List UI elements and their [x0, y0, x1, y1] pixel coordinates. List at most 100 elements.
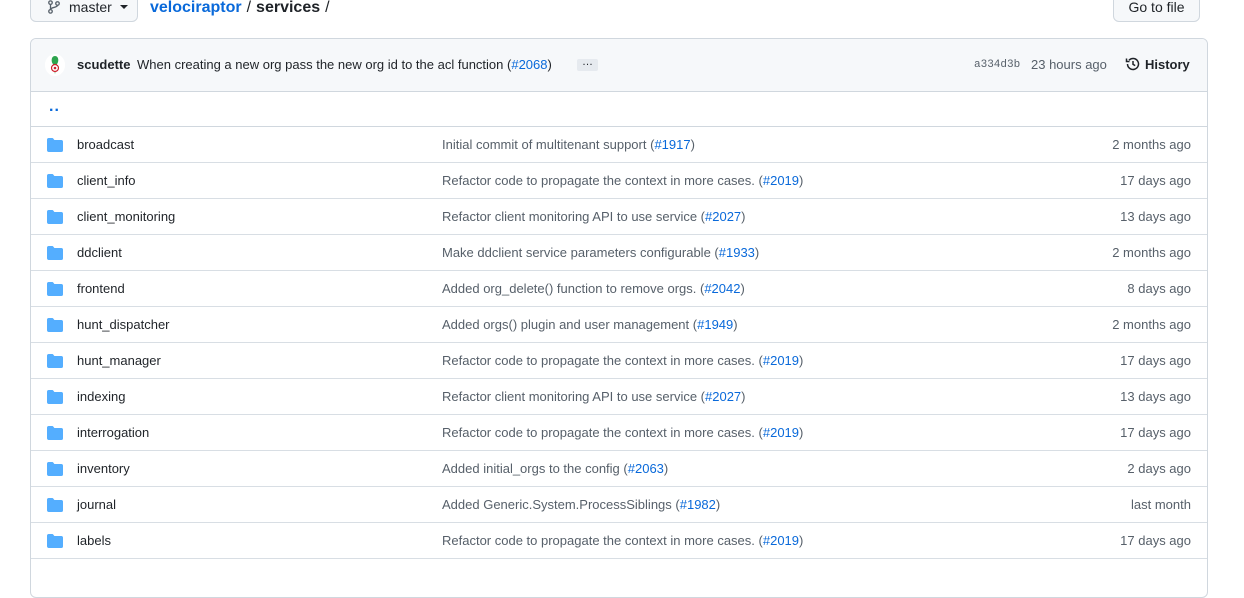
file-commit-message: Make ddclient service parameters configu… [442, 245, 760, 260]
commit-pr-link[interactable]: #2068 [511, 57, 547, 72]
file-name-link[interactable]: interrogation [77, 425, 149, 440]
table-row[interactable]: broadcast Initial commit of multitenant s… [31, 127, 1207, 163]
file-commit-age: 13 days ago [1120, 389, 1191, 404]
table-row[interactable]: indexing Refactor client monitoring API t… [31, 379, 1207, 415]
table-row[interactable]: hunt_dispatcher Added orgs() plugin and u… [31, 307, 1207, 343]
chevron-down-icon [119, 5, 128, 9]
breadcrumb-separator: / [246, 0, 252, 16]
file-name-link[interactable]: ddclient [77, 245, 122, 260]
file-commit-message-text[interactable]: Make ddclient service parameters configu… [442, 245, 711, 260]
file-commit-message: Refactor code to propagate the context i… [442, 533, 804, 548]
folder-icon [47, 317, 63, 333]
file-list: broadcast Initial commit of multitenant s… [31, 127, 1207, 559]
expand-commit-button[interactable]: … [577, 57, 598, 71]
file-commit-pr-link[interactable]: #1933 [719, 245, 755, 260]
file-commit-message-text[interactable]: Added orgs() plugin and user management [442, 317, 689, 332]
latest-commit-bar: scudette When creating a new org pass th… [31, 39, 1207, 92]
file-commit-message: Added orgs() plugin and user management … [442, 317, 738, 332]
folder-icon [47, 209, 63, 225]
file-commit-message-text[interactable]: Refactor client monitoring API to use se… [442, 209, 697, 224]
file-commit-pr-link[interactable]: #2027 [705, 209, 741, 224]
folder-icon [47, 137, 63, 153]
folder-icon [47, 389, 63, 405]
file-commit-pr-link[interactable]: #2063 [628, 461, 664, 476]
file-commit-message: Refactor code to propagate the context i… [442, 173, 804, 188]
breadcrumb-current-dir: services [256, 0, 321, 16]
folder-icon [47, 353, 63, 369]
folder-icon [47, 461, 63, 477]
file-name-link[interactable]: labels [77, 533, 111, 548]
table-row[interactable]: journal Added Generic.System.ProcessSibli… [31, 487, 1207, 523]
repo-topbar: master velociraptor / services / Go to f… [0, 0, 1244, 38]
file-commit-message-text[interactable]: Refactor code to propagate the context i… [442, 353, 755, 368]
file-name-link[interactable]: hunt_manager [77, 353, 161, 368]
file-commit-pr-link[interactable]: #2019 [763, 533, 799, 548]
file-commit-message-text[interactable]: Refactor code to propagate the context i… [442, 533, 755, 548]
folder-icon [47, 425, 63, 441]
table-row[interactable]: hunt_manager Refactor code to propagate t… [31, 343, 1207, 379]
file-name-link[interactable]: hunt_dispatcher [77, 317, 170, 332]
commit-message-text[interactable]: When creating a new org pass the new org… [137, 57, 503, 72]
file-commit-age: 2 months ago [1112, 245, 1191, 260]
file-commit-message: Added org_delete() function to remove or… [442, 281, 745, 296]
file-commit-pr-link[interactable]: #1949 [697, 317, 733, 332]
file-commit-message: Refactor client monitoring API to use se… [442, 389, 746, 404]
folder-icon [47, 245, 63, 261]
file-commit-message-text[interactable]: Initial commit of multitenant support [442, 137, 646, 152]
file-commit-message: Refactor client monitoring API to use se… [442, 209, 746, 224]
file-commit-message-text[interactable]: Added Generic.System.ProcessSiblings [442, 497, 672, 512]
commit-time: 23 hours ago [1031, 57, 1107, 72]
file-name-link[interactable]: broadcast [77, 137, 134, 152]
file-name-link[interactable]: client_monitoring [77, 209, 175, 224]
avatar[interactable] [45, 54, 65, 76]
breadcrumb-separator: / [325, 0, 330, 16]
file-name-link[interactable]: journal [77, 497, 116, 512]
table-row[interactable]: inventory Added initial_orgs to the confi… [31, 451, 1207, 487]
parent-directory-link[interactable]: .. [49, 98, 60, 116]
file-commit-message-text[interactable]: Added initial_orgs to the config [442, 461, 620, 476]
commit-sha-link[interactable]: a334d3b [974, 59, 1020, 71]
breadcrumb-repo-link[interactable]: velociraptor [150, 0, 242, 18]
table-row[interactable]: client_info Refactor code to propagate th… [31, 163, 1207, 199]
table-row[interactable]: ddclient Make ddclient service parameters… [31, 235, 1207, 271]
file-commit-pr-link[interactable]: #2019 [763, 425, 799, 440]
file-commit-age: 17 days ago [1120, 533, 1191, 548]
file-name-link[interactable]: frontend [77, 281, 125, 296]
table-row[interactable]: interrogation Refactor code to propagate … [31, 415, 1207, 451]
folder-icon [47, 281, 63, 297]
file-commit-message-text[interactable]: Refactor code to propagate the context i… [442, 425, 755, 440]
file-commit-message: Initial commit of multitenant support (#… [442, 137, 695, 152]
file-commit-age: 13 days ago [1120, 209, 1191, 224]
file-commit-age: 2 months ago [1112, 137, 1191, 152]
file-name-link[interactable]: inventory [77, 461, 130, 476]
file-commit-pr-link[interactable]: #2019 [763, 173, 799, 188]
commit-message: When creating a new org pass the new org… [137, 57, 552, 72]
branch-selector-button[interactable]: master [30, 0, 138, 22]
parent-directory-row: .. [31, 92, 1207, 127]
table-row[interactable]: frontend Added org_delete() function to r… [31, 271, 1207, 307]
file-commit-pr-link[interactable]: #2027 [705, 389, 741, 404]
file-name-link[interactable]: indexing [77, 389, 125, 404]
file-commit-age: 17 days ago [1120, 425, 1191, 440]
commit-author-link[interactable]: scudette [77, 57, 130, 72]
file-commit-pr-link[interactable]: #1917 [654, 137, 690, 152]
file-commit-message-text[interactable]: Refactor client monitoring API to use se… [442, 389, 697, 404]
table-row[interactable]: client_monitoring Refactor client monitor… [31, 199, 1207, 235]
history-button[interactable]: History [1125, 56, 1190, 72]
file-commit-message-text[interactable]: Added org_delete() function to remove or… [442, 281, 696, 296]
folder-icon [47, 533, 63, 549]
file-commit-age: 8 days ago [1127, 281, 1191, 296]
file-commit-pr-link[interactable]: #1982 [680, 497, 716, 512]
breadcrumb: velociraptor / services / [150, 0, 335, 18]
file-commit-age: 2 months ago [1112, 317, 1191, 332]
go-to-file-button[interactable]: Go to file [1113, 0, 1200, 22]
file-commit-pr-link[interactable]: #2042 [704, 281, 740, 296]
file-commit-message-text[interactable]: Refactor code to propagate the context i… [442, 173, 755, 188]
table-row[interactable]: labels Refactor code to propagate the con… [31, 523, 1207, 559]
history-clock-icon [1125, 56, 1141, 72]
file-commit-pr-link[interactable]: #2019 [763, 353, 799, 368]
file-name-link[interactable]: client_info [77, 173, 136, 188]
file-commit-message: Refactor code to propagate the context i… [442, 425, 804, 440]
branch-name: master [69, 0, 112, 15]
file-commit-message: Added Generic.System.ProcessSiblings (#1… [442, 497, 721, 512]
